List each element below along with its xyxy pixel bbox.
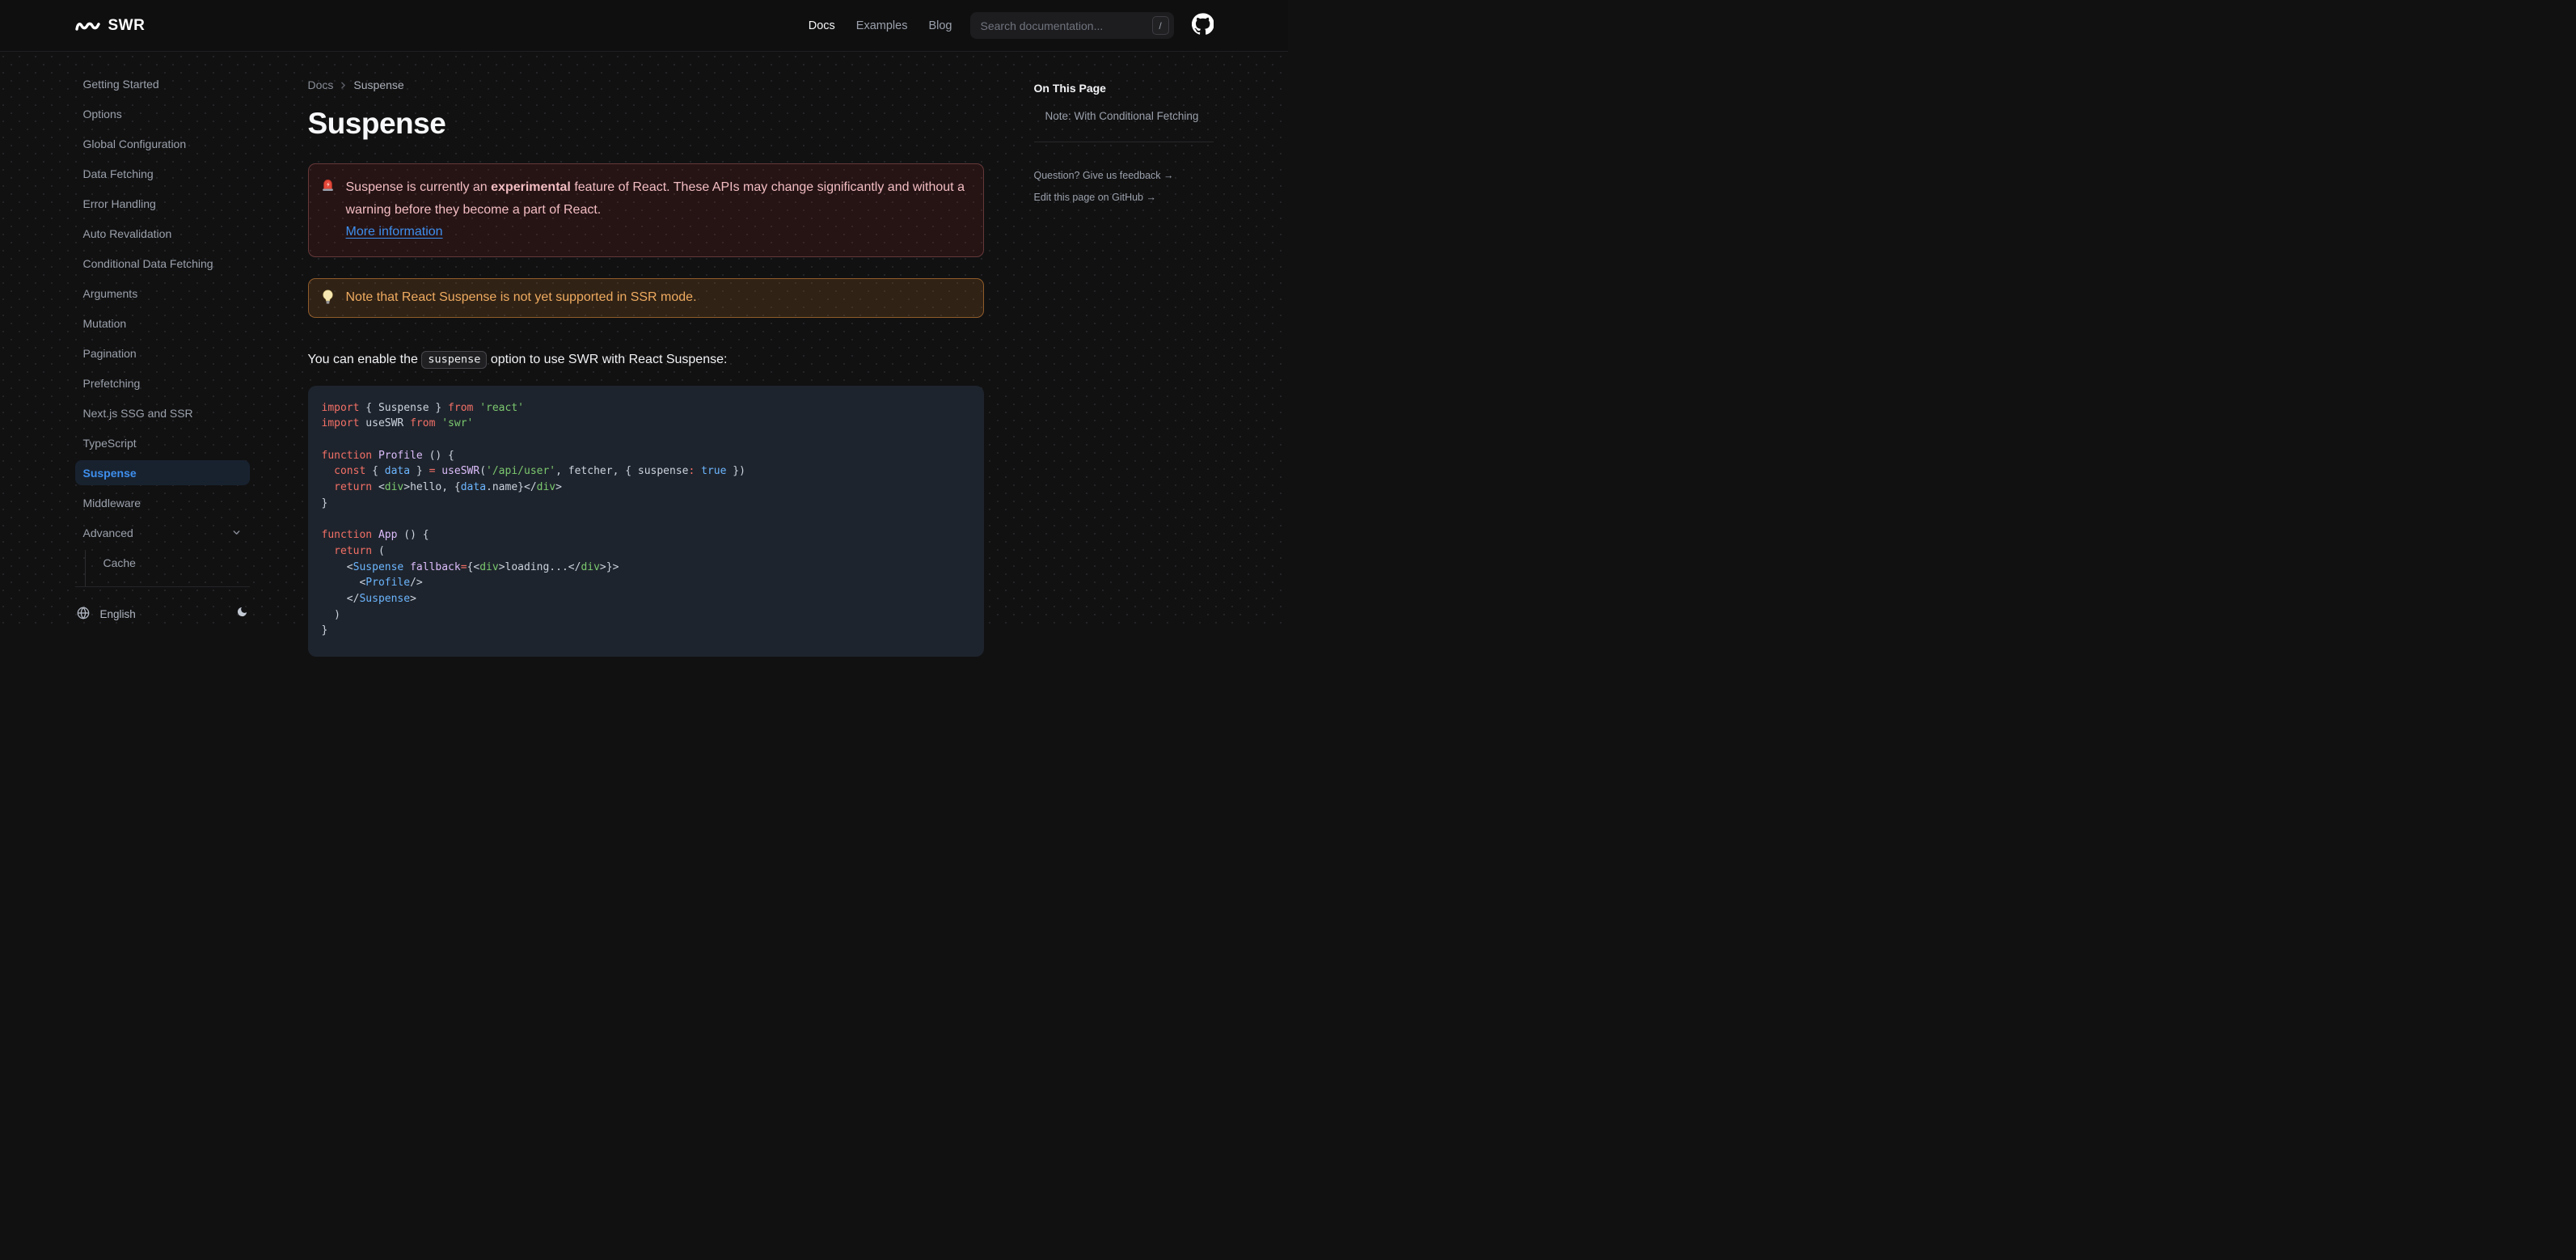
sidebar-item-auto-revalidation[interactable]: Auto Revalidation (75, 221, 250, 246)
sidebar-item-typescript[interactable]: TypeScript (75, 430, 250, 455)
sidebar-nav: Getting Started Options Global Configurati… (74, 71, 250, 586)
warning-text-bold: experimental (491, 180, 571, 194)
sidebar-item-cache[interactable]: Cache (95, 550, 250, 575)
code-line: ) (321, 608, 340, 621)
code-block: import { Suspense } from 'react' import u… (307, 385, 984, 657)
intro-paragraph: You can enable the suspense option to us… (308, 350, 984, 370)
sidebar: Getting Started Options Global Configurati… (62, 52, 269, 630)
moon-icon (236, 606, 248, 622)
swr-wave-icon (74, 19, 100, 33)
sidebar-item-advanced[interactable]: Advanced (75, 520, 250, 545)
code-line: const { data } = useSWR('/api/user', fet… (334, 465, 745, 478)
note-text: Note that React Suspense is not yet supp… (345, 290, 697, 304)
suspense-inline-code: suspense (421, 351, 488, 369)
nav-link-examples[interactable]: Examples (856, 19, 908, 32)
sidebar-item-getting-started[interactable]: Getting Started (75, 71, 250, 96)
top-nav: Docs Examples Blog (809, 19, 952, 32)
sidebar-item-label: Mutation (82, 316, 127, 330)
code-line: <Suspense fallback={<div>loading...</div… (321, 560, 619, 573)
nav-link-docs[interactable]: Docs (809, 19, 835, 32)
theme-toggle[interactable] (236, 606, 248, 622)
sidebar-item-label: Suspense (82, 466, 137, 480)
sidebar-item-options[interactable]: Options (75, 101, 250, 126)
nav-link-blog[interactable]: Blog (928, 19, 952, 32)
header: SWR Docs Examples Blog / (0, 0, 1288, 52)
code-line: function App () { (321, 529, 429, 542)
globe-icon (77, 607, 90, 622)
ssr-note-callout: Note that React Suspense is not yet supp… (307, 277, 984, 318)
code-line: import useSWR from 'swr' (321, 417, 474, 430)
toc-links: Question? Give us feedback → Edit this pa… (1034, 170, 1214, 203)
sidebar-item-middleware[interactable]: Middleware (75, 490, 250, 515)
sidebar-item-label: Global Configuration (82, 137, 187, 150)
main-content: Docs Suspense Suspense Suspense is curre… (269, 52, 1020, 657)
sidebar-item-conditional-data-fetching[interactable]: Conditional Data Fetching (75, 251, 250, 276)
experimental-warning-callout: Suspense is currently an experimental fe… (307, 163, 984, 257)
code-lines: import { Suspense } from 'react' import u… (322, 400, 970, 640)
language-label: English (99, 607, 136, 620)
breadcrumb: Docs Suspense (308, 78, 984, 91)
sidebar-item-label: Arguments (82, 286, 138, 300)
breadcrumb-current: Suspense (353, 78, 404, 91)
sidebar-item-prefetching[interactable]: Prefetching (75, 370, 250, 395)
sidebar-footer: English (74, 586, 250, 630)
code-line: </Suspense> (321, 592, 416, 605)
code-line: import { Suspense } from 'react' (321, 401, 524, 414)
sidebar-item-label: Data Fetching (82, 167, 154, 180)
sidebar-item-data-fetching[interactable]: Data Fetching (75, 161, 250, 186)
code-line: function Profile () { (321, 449, 454, 462)
chevron-right-icon (338, 80, 348, 91)
page-title: Suspense (307, 107, 446, 140)
toc-sidebar: On This Page Note: With Conditional Fetc… (1020, 52, 1227, 630)
toc-items: Note: With Conditional Fetching (1034, 110, 1214, 122)
sidebar-item-label: Middleware (82, 496, 141, 509)
sidebar-item-error-handling[interactable]: Error Handling (75, 191, 250, 216)
sidebar-item-label: Cache (103, 556, 136, 569)
language-selector[interactable]: English (77, 607, 136, 622)
sidebar-item-pagination[interactable]: Pagination (75, 340, 250, 366)
sidebar-item-label: Options (82, 107, 122, 121)
sidebar-item-label: Prefetching (82, 376, 141, 390)
code-line: } (321, 497, 328, 509)
sidebar-item-label: Conditional Data Fetching (82, 256, 213, 270)
toc-item[interactable]: Note: With Conditional Fetching (1034, 110, 1214, 122)
page-background: Getting Started Options Global Configurati… (0, 52, 1288, 657)
github-link[interactable] (1191, 12, 1214, 39)
breadcrumb-docs[interactable]: Docs (308, 78, 334, 91)
light-bulb-icon (320, 289, 336, 307)
code-line: return ( (334, 544, 385, 557)
search-box: / (969, 12, 1174, 39)
warning-text-before: Suspense is currently an (345, 180, 492, 194)
github-icon (1191, 12, 1214, 39)
search-input[interactable] (969, 12, 1174, 39)
sidebar-item-mutation[interactable]: Mutation (75, 311, 250, 336)
code-line: <Profile/> (321, 577, 423, 590)
sidebar-item-label: Advanced (82, 526, 133, 539)
sidebar-item-label: TypeScript (82, 436, 137, 450)
sidebar-item-arguments[interactable]: Arguments (75, 281, 250, 306)
sidebar-item-label: Getting Started (82, 77, 159, 91)
paragraph-before: You can enable the (307, 352, 422, 366)
sidebar-item-label: Pagination (82, 346, 137, 360)
slash-kbd: / (1151, 16, 1169, 35)
chevron-down-icon (231, 527, 242, 538)
toc-title: On This Page (1033, 82, 1106, 95)
sidebar-item-global-configuration[interactable]: Global Configuration (75, 131, 250, 156)
police-car-light-icon (320, 178, 336, 243)
sidebar-item-suspense[interactable]: Suspense (74, 460, 250, 485)
edit-page-link[interactable]: Edit this page on GitHub → (1034, 192, 1214, 203)
swr-logo[interactable]: SWR (74, 16, 146, 35)
more-information-link[interactable]: More information (346, 225, 443, 239)
sidebar-item-label: Next.js SSG and SSR (82, 406, 193, 420)
code-line: } (321, 624, 328, 637)
feedback-link[interactable]: Question? Give us feedback → (1034, 170, 1214, 181)
paragraph-after: option to use SWR with React Suspense: (487, 352, 728, 366)
logo-text: SWR (108, 16, 146, 34)
sidebar-item-next-js-ssg-and-ssr[interactable]: Next.js SSG and SSR (75, 400, 250, 425)
sidebar-item-label: Error Handling (82, 197, 156, 210)
code-line: return <div>hello, {data.name}</div> (334, 481, 562, 494)
sidebar-item-label: Auto Revalidation (82, 226, 172, 240)
